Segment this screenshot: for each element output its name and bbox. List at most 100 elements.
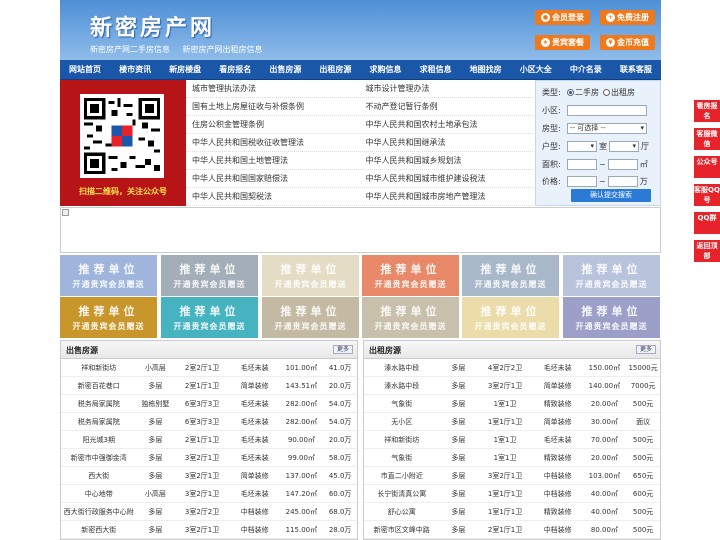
table-cell[interactable]: 舒心公寓 <box>364 507 439 517</box>
table-row[interactable]: 气象街 多层 1室1卫 精致装修 20.00㎡ 500元 <box>364 449 660 467</box>
promo-tile[interactable]: 推荐单位 开通贵宾会员赠送 <box>60 255 157 296</box>
table-row[interactable]: 气象街 多层 1室1卫 精致装修 20.00㎡ 500元 <box>364 395 660 413</box>
table-cell[interactable]: 新密市中强御金湾 <box>61 453 136 463</box>
nav-wanted-rent[interactable]: 求租信息 <box>411 60 461 79</box>
table-row[interactable]: 新密市中强御金湾 多层 3室2厅1卫 毛坯未装 99.00㎡ 58.0万 <box>61 449 357 467</box>
promo-tile[interactable]: 推荐单位 开通贵宾会员赠送 <box>161 255 258 296</box>
policy-link[interactable]: 不动产登记暂行条例 <box>360 101 534 112</box>
nav-home[interactable]: 网站首页 <box>60 60 110 79</box>
nav-new-homes[interactable]: 新房楼盘 <box>160 60 210 79</box>
float-service-qq[interactable]: 客服QQ号 <box>694 184 720 206</box>
nav-for-rent[interactable]: 出租房源 <box>310 60 360 79</box>
table-row[interactable]: 溱水路中段 多层 3室2厅1卫 简单装修 140.00㎡ 7000元 <box>364 377 660 395</box>
livingroom-select[interactable]: ▾ <box>609 141 639 152</box>
policy-link[interactable]: 中华人民共和国城市房地产管理法 <box>360 191 534 202</box>
sale-more-button[interactable]: 更多 <box>333 345 353 354</box>
table-cell[interactable]: 气象街 <box>364 399 439 409</box>
nav-contact[interactable]: 联系客服 <box>611 60 661 79</box>
table-cell[interactable]: 税务局家属院 <box>61 417 136 427</box>
table-row[interactable]: 新密百花巷口 多层 2室1厅1卫 简单装修 143.51㎡ 20.0万 <box>61 377 357 395</box>
table-row[interactable]: 新密市区文峰中路 多层 2室1厅1卫 中档装修 80.00㎡ 500元 <box>364 521 660 539</box>
area-max-input[interactable] <box>607 159 638 170</box>
price-max-input[interactable] <box>607 176 638 187</box>
promo-tile[interactable]: 推荐单位 开通贵宾会员赠送 <box>262 297 359 338</box>
table-cell[interactable]: 税务局家属院 <box>61 399 136 409</box>
ad-banner[interactable] <box>60 207 661 253</box>
float-back-to-top[interactable]: 返回顶部 <box>694 240 720 262</box>
site-logo[interactable]: 新密房产网 <box>90 10 215 42</box>
table-cell[interactable]: 溱水路中段 <box>364 363 439 373</box>
promo-tile[interactable]: 推荐单位 开通贵宾会员赠送 <box>362 255 459 296</box>
nav-map[interactable]: 地图找房 <box>461 60 511 79</box>
policy-link[interactable]: 住房公积金管理条例 <box>186 119 360 130</box>
table-row[interactable]: 舒心公寓 多层 1室1厅1卫 精致装修 40.00㎡ 500元 <box>364 503 660 521</box>
table-row[interactable]: 祥和新街坊 多层 1室1卫 毛坯未装 70.00㎡ 500元 <box>364 431 660 449</box>
promo-tile[interactable]: 推荐单位 开通贵宾会员赠送 <box>60 297 157 338</box>
room-select[interactable]: -- 可选择 -- ▾ <box>567 123 647 134</box>
table-cell[interactable]: 溱水路中段 <box>364 381 439 391</box>
table-cell[interactable]: 气象街 <box>364 453 439 463</box>
table-row[interactable]: 无小区 多层 1室1厅1卫 简单装修 30.00㎡ 面议 <box>364 413 660 431</box>
table-cell[interactable]: 西大街行政服务中心附 <box>61 507 136 517</box>
table-row[interactable]: 中心地带 小高层 3室2厅1卫 毛坯未装 147.20㎡ 60.0万 <box>61 485 357 503</box>
area-min-input[interactable] <box>567 159 597 170</box>
policy-link[interactable]: 城市管理执法办法 <box>186 83 360 94</box>
table-row[interactable]: 市直二小附近 多层 3室2厅1卫 中档装修 103.00㎡ 650元 <box>364 467 660 485</box>
login-button[interactable]: ● 会员登录 <box>535 10 590 25</box>
table-row[interactable]: 溱水路中段 多层 4室2厅2卫 毛坯未装 150.00㎡ 15000元 <box>364 359 660 377</box>
policy-link[interactable]: 城市设计管理办法 <box>360 83 534 94</box>
promo-tile[interactable]: 推荐单位 开通贵宾会员赠送 <box>262 255 359 296</box>
float-viewing-signup[interactable]: 看房报名 <box>694 100 720 122</box>
table-row[interactable]: 西大街行政服务中心附 多层 3室2厅2卫 中档装修 245.00㎡ 68.0万 <box>61 503 357 521</box>
table-cell[interactable]: 长宁街清真公寓 <box>364 489 439 499</box>
promo-tile[interactable]: 推荐单位 开通贵宾会员赠送 <box>161 297 258 338</box>
policy-link[interactable]: 中华人民共和国城乡规划法 <box>360 155 534 166</box>
rent-more-button[interactable]: 更多 <box>636 345 656 354</box>
nav-viewing-signup[interactable]: 看房报名 <box>210 60 260 79</box>
bedroom-select[interactable]: ▾ <box>567 141 597 152</box>
table-cell[interactable]: 祥和新街坊 <box>364 435 439 445</box>
register-button[interactable]: + 免费注册 <box>600 10 655 25</box>
table-row[interactable]: 税务局家属院 独栋别墅 6室3厅3卫 毛坯未装 282.00㎡ 54.0万 <box>61 395 357 413</box>
policy-link[interactable]: 中华人民共和国土地管理法 <box>186 155 360 166</box>
table-row[interactable]: 新密西大街 多层 3室2厅1卫 中档装修 115.00㎡ 28.0万 <box>61 521 357 539</box>
table-row[interactable]: 祥和新街坊 小高层 2室2厅1卫 毛坯未装 101.00㎡ 41.0万 <box>61 359 357 377</box>
table-cell[interactable]: 市直二小附近 <box>364 471 439 481</box>
table-row[interactable]: 西大街 多层 3室2厅1卫 简单装修 137.00㎡ 45.0万 <box>61 467 357 485</box>
table-cell[interactable]: 新密西大街 <box>61 525 136 535</box>
promo-tile[interactable]: 推荐单位 开通贵宾会员赠送 <box>362 297 459 338</box>
table-row[interactable]: 阳光城3期 多层 2室1厅1卫 毛坯未装 90.00㎡ 20.0万 <box>61 431 357 449</box>
table-cell[interactable]: 新密市区文峰中路 <box>364 525 439 535</box>
table-row[interactable]: 长宁街清真公寓 多层 1室1厅1卫 中档装修 40.00㎡ 600元 <box>364 485 660 503</box>
search-submit-button[interactable]: 确认提交搜索 <box>571 189 651 202</box>
table-cell[interactable]: 西大街 <box>61 471 136 481</box>
promo-tile[interactable]: 推荐单位 开通贵宾会员赠送 <box>462 255 559 296</box>
table-cell[interactable]: 无小区 <box>364 417 439 427</box>
promo-tile[interactable]: 推荐单位 开通贵宾会员赠送 <box>462 297 559 338</box>
table-cell[interactable]: 中心地带 <box>61 489 136 499</box>
float-service-wechat[interactable]: 客服微信 <box>694 128 720 150</box>
community-input[interactable] <box>567 105 647 116</box>
table-row[interactable]: 税务局家属院 多层 6室3厅3卫 毛坯未装 282.00㎡ 54.0万 <box>61 413 357 431</box>
policy-link[interactable]: 国有土地上房屋征收与补偿条例 <box>186 101 360 112</box>
promo-tile[interactable]: 推荐单位 开通贵宾会员赠送 <box>563 255 660 296</box>
policy-link[interactable]: 中华人民共和国税收征收管理法 <box>186 137 360 148</box>
policy-link[interactable]: 中华人民共和国契税法 <box>186 191 360 202</box>
nav-news[interactable]: 楼市资讯 <box>110 60 160 79</box>
policy-link[interactable]: 中华人民共和国农村土地承包法 <box>360 119 534 130</box>
policy-link[interactable]: 中华人民共和国城市维护建设税法 <box>360 173 534 184</box>
coin-recharge-button[interactable]: ¥ 金币充值 <box>600 35 655 50</box>
policy-link[interactable]: 中华人民共和国继承法 <box>360 137 534 148</box>
nav-communities[interactable]: 小区大全 <box>511 60 561 79</box>
vip-package-button[interactable]: ★ 贵宾套餐 <box>535 35 590 50</box>
table-cell[interactable]: 祥和新街坊 <box>61 363 136 373</box>
nav-wanted-buy[interactable]: 求购信息 <box>360 60 410 79</box>
radio-second-hand[interactable] <box>567 89 574 96</box>
radio-rental[interactable] <box>603 89 610 96</box>
promo-tile[interactable]: 推荐单位 开通贵宾会员赠送 <box>563 297 660 338</box>
rental-link[interactable]: 新密房产网出租房信息 <box>183 45 263 54</box>
table-cell[interactable]: 阳光城3期 <box>61 435 136 445</box>
price-min-input[interactable] <box>567 176 597 187</box>
float-official-account[interactable]: 公众号 <box>694 156 720 178</box>
table-cell[interactable]: 新密百花巷口 <box>61 381 136 391</box>
